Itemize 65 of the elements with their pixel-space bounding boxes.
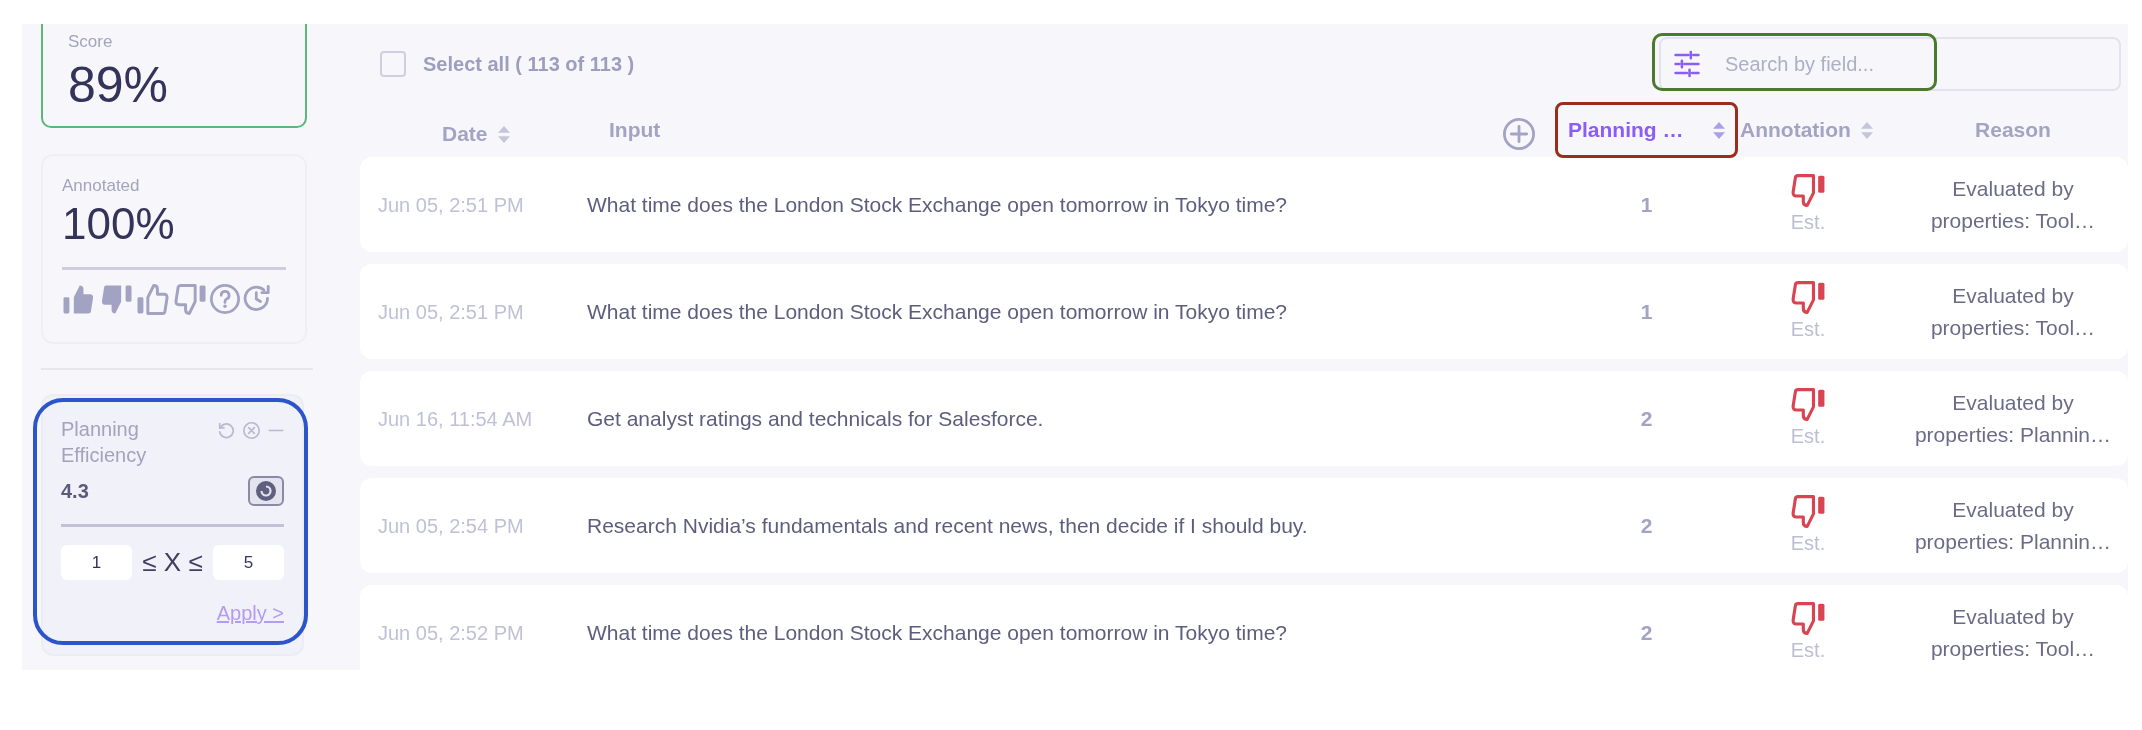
reason-text: Evaluated by properties: Tool… [1929, 604, 2097, 662]
column-header[interactable]: Planning … [1555, 102, 1738, 158]
clear-icon[interactable] [243, 422, 260, 439]
date-text: Jun 05, 2:54 PM [377, 513, 525, 539]
annotation-label: Est. [1790, 424, 1826, 449]
input-text: Get analyst ratings and technicals for Salesforce. [587, 405, 1045, 432]
table-row[interactable]: Jun 05, 2:51 PM What time does the London Stock Exchange open tomorrow in Tokyo time? 1 Est. Evaluated by properties: Tool… [360, 264, 2128, 359]
range-min-field[interactable]: 1 [61, 545, 132, 580]
score-value: 89% [68, 58, 170, 114]
annotation-label: Est. [1790, 531, 1826, 556]
select-all-label: Select all ( 113 of 113 ) [423, 52, 635, 77]
date-text: Jun 05, 2:51 PM [377, 192, 525, 218]
filter-value: 4.3 [61, 479, 89, 504]
planning-value: 2 [1639, 619, 1654, 646]
disc-icon [256, 481, 276, 501]
undo-icon[interactable] [218, 422, 235, 439]
input-text: Research Nvidia’s fundamentals and recent news, then decide if I should buy. [587, 512, 1309, 539]
minus-icon[interactable] [268, 429, 284, 432]
date-text: Jun 05, 2:52 PM [377, 620, 525, 646]
annotation-label: Est. [1790, 638, 1826, 663]
reason-text: Evaluated by properties: Tool… [1929, 176, 2097, 234]
select-all-checkbox[interactable] [380, 51, 406, 77]
thumbs-up-outline-icon[interactable] [136, 283, 170, 315]
planning-value: 1 [1639, 298, 1654, 325]
filter-title: Planning Efficiency [61, 417, 148, 468]
column-header: Input [608, 117, 662, 144]
annotated-label: Annotated [62, 176, 141, 197]
help-icon[interactable] [210, 284, 240, 315]
input-text: What time does the London Stock Exchange open tomorrow in Tokyo time? [587, 191, 1288, 218]
chart-toggle-button[interactable] [248, 476, 284, 506]
add-column-icon[interactable] [1503, 118, 1535, 150]
sliders-icon[interactable] [1673, 50, 1701, 78]
column-header: Reason [1974, 117, 2052, 144]
range-max-field[interactable]: 5 [213, 545, 284, 580]
thumbs-down-icon[interactable] [99, 283, 133, 315]
date-text: Jun 16, 11:54 AM [377, 406, 534, 432]
table-row[interactable]: Jun 05, 2:52 PM What time does the London Stock Exchange open tomorrow in Tokyo time? 2 Est. Evaluated by properties: Tool… [360, 585, 2128, 670]
thumbs-down-icon [1790, 602, 1826, 635]
sort-icon[interactable] [497, 125, 510, 143]
thumbs-down-icon [1790, 495, 1826, 528]
search-field[interactable]: Search by field... [1659, 37, 2121, 91]
annotation-label: Est. [1790, 210, 1826, 235]
input-text: What time does the London Stock Exchange open tomorrow in Tokyo time? [587, 298, 1288, 325]
thumbs-down-outline-icon[interactable] [173, 283, 207, 315]
table-row[interactable]: Jun 16, 11:54 AM Get analyst ratings and technicals for Salesforce. 2 Est. Evaluated by properties: Plannin… [360, 371, 2128, 466]
sort-icon[interactable] [1860, 121, 1873, 139]
planning-value: 2 [1639, 405, 1654, 432]
table-row[interactable]: Jun 05, 2:54 PM Research Nvidia’s fundamentals and recent news, then decide if I should buy. 2 Est. Evaluated by properties: Plannin… [360, 478, 2128, 573]
planning-value: 2 [1639, 512, 1654, 539]
range-operator: ≤ X ≤ [142, 546, 203, 579]
reason-text: Evaluated by properties: Plannin… [1913, 497, 2113, 555]
table-row[interactable]: Jun 05, 2:51 PM What time does the London Stock Exchange open tomorrow in Tokyo time? 1 Est. Evaluated by properties: Tool… [360, 157, 2128, 252]
annotated-value: 100% [62, 200, 176, 249]
thumbs-down-icon [1790, 281, 1826, 314]
planning-value: 1 [1639, 191, 1654, 218]
thumbs-down-icon [1790, 174, 1826, 207]
date-text: Jun 05, 2:51 PM [377, 299, 525, 325]
thumbs-up-icon[interactable] [62, 283, 96, 315]
score-label: Score [68, 32, 114, 53]
sort-icon[interactable] [1713, 121, 1725, 139]
input-text: What time does the London Stock Exchange open tomorrow in Tokyo time? [587, 619, 1288, 646]
reason-text: Evaluated by properties: Tool… [1929, 283, 2097, 341]
thumbs-down-icon [1790, 388, 1826, 421]
reason-text: Evaluated by properties: Plannin… [1913, 390, 2113, 448]
annotation-label: Est. [1790, 317, 1826, 342]
